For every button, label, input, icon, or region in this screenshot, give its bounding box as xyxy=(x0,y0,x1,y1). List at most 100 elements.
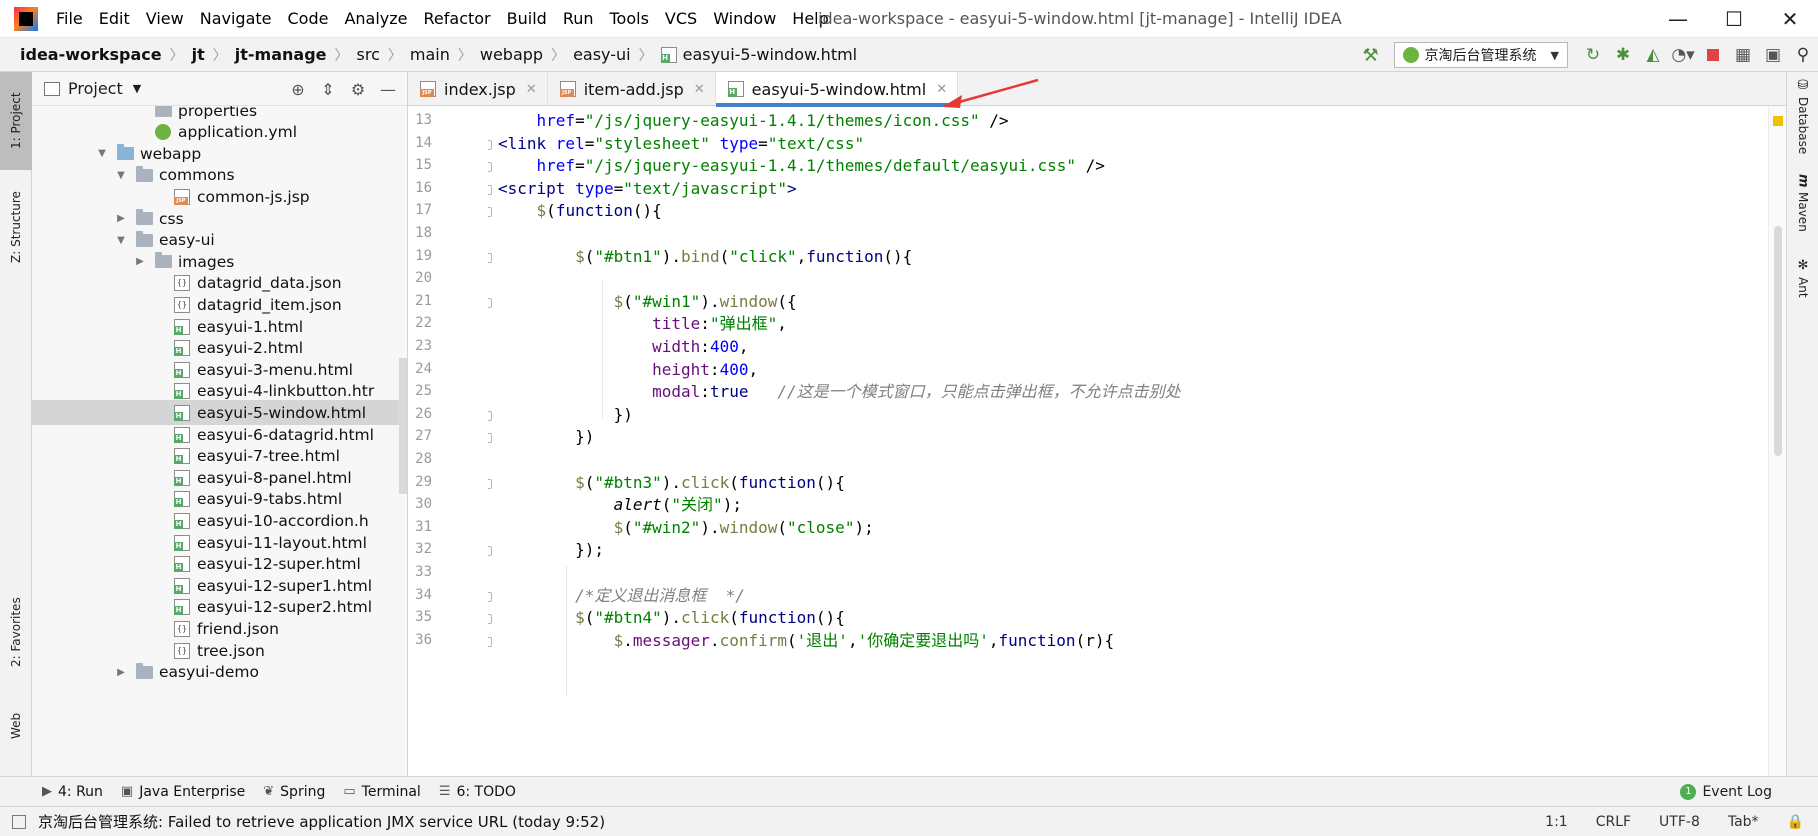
warning-marker-icon[interactable] xyxy=(1773,116,1783,126)
fold-marker-icon[interactable] xyxy=(488,297,492,308)
build-hammer-icon[interactable]: ⚒ xyxy=(1360,44,1382,66)
code-token: }) xyxy=(498,427,595,447)
tree-item-icon-slot: {} xyxy=(174,642,192,659)
run-configuration-select[interactable]: 京淘后台管理系统 ▼ xyxy=(1393,42,1568,68)
indent-setting[interactable]: Tab* xyxy=(1728,814,1759,830)
breadcrumb-item[interactable]: easy-ui xyxy=(567,45,637,64)
collapse-right-icon[interactable]: ▶ xyxy=(114,213,128,224)
search-icon[interactable]: ⚲ xyxy=(1788,40,1818,70)
expand-down-icon[interactable]: ▼ xyxy=(114,235,128,246)
fold-marker-icon[interactable] xyxy=(488,614,492,625)
fold-marker-icon[interactable] xyxy=(488,252,492,263)
editor-scrollbar[interactable] xyxy=(1768,106,1786,776)
debug-bug-icon[interactable]: ✱ xyxy=(1608,40,1638,70)
profile-icon[interactable]: ◔▾ xyxy=(1668,40,1698,70)
gear-icon[interactable]: ⚙ xyxy=(343,80,373,99)
editor-tab[interactable]: index.jsp ✕ xyxy=(408,72,548,106)
fold-marker-icon[interactable] xyxy=(488,433,492,444)
maximize-button[interactable]: ☐ xyxy=(1706,0,1762,38)
lock-icon[interactable]: 🔒 xyxy=(1787,814,1804,830)
breadcrumb-item[interactable]: jt-manage xyxy=(229,45,333,64)
menu-build[interactable]: Build xyxy=(499,0,555,38)
close-tab-icon[interactable]: ✕ xyxy=(526,82,537,97)
minimize-button[interactable]: — xyxy=(1650,0,1706,38)
collapse-right-icon[interactable]: ▶ xyxy=(114,667,128,678)
expand-down-icon[interactable]: ▼ xyxy=(95,148,109,159)
fold-marker-icon[interactable] xyxy=(488,636,492,647)
bottom-tool-java-enterprise[interactable]: ▣ Java Enterprise xyxy=(121,784,245,800)
menu-refactor[interactable]: Refactor xyxy=(416,0,499,38)
event-log-button[interactable]: 1 Event Log xyxy=(1680,777,1772,807)
menu-view[interactable]: View xyxy=(138,0,192,38)
tree-item-icon-slot xyxy=(117,144,135,161)
fold-marker-icon[interactable] xyxy=(488,207,492,218)
menu-tools[interactable]: Tools xyxy=(602,0,657,38)
file-encoding[interactable]: UTF-8 xyxy=(1659,814,1700,830)
terminal-toolbar-icon[interactable]: ▣ xyxy=(1758,40,1788,70)
locate-target-icon[interactable]: ⊕ xyxy=(283,80,313,99)
breadcrumb-item[interactable]: src xyxy=(351,45,386,64)
close-tab-icon[interactable]: ✕ xyxy=(694,82,705,97)
stop-icon[interactable] xyxy=(1698,40,1728,70)
bottom-tool-4-run[interactable]: ▶ 4: Run xyxy=(42,784,103,800)
code-token: $ xyxy=(536,201,547,221)
breadcrumb-item[interactable]: main xyxy=(404,45,456,64)
menu-run[interactable]: Run xyxy=(555,0,602,38)
chevron-down-icon: ▼ xyxy=(1550,48,1559,62)
line-number: 18 xyxy=(415,225,432,241)
collapse-all-icon[interactable]: ⇕ xyxy=(313,80,343,99)
line-separator[interactable]: CRLF xyxy=(1596,814,1631,830)
project-panel-title[interactable]: Project xyxy=(68,79,123,98)
fold-marker-icon[interactable] xyxy=(488,591,492,602)
breadcrumb-item[interactable]: jt xyxy=(186,45,211,64)
bottom-tool-6-todo[interactable]: ☰ 6: TODO xyxy=(439,784,516,800)
code-token: "#btn1" xyxy=(594,246,662,266)
caret-position[interactable]: 1:1 xyxy=(1545,814,1568,830)
fold-marker-icon[interactable] xyxy=(488,546,492,557)
editor-scroll-thumb[interactable] xyxy=(1774,226,1782,456)
fold-marker-icon[interactable] xyxy=(488,139,492,150)
breadcrumb-item[interactable]: webapp xyxy=(474,45,549,64)
menu-navigate[interactable]: Navigate xyxy=(192,0,280,38)
bottom-tool-spring[interactable]: ❦ Spring xyxy=(263,784,325,800)
run-coverage-icon[interactable]: ◭ xyxy=(1638,40,1668,70)
fold-marker-icon[interactable] xyxy=(488,478,492,489)
collapse-right-icon[interactable]: ▶ xyxy=(133,256,147,267)
code-token: ). xyxy=(700,517,720,537)
menu-analyze[interactable]: Analyze xyxy=(336,0,415,38)
bottom-tool-label: 6: TODO xyxy=(456,783,516,800)
ant-tool-tab[interactable]: ✻ Ant xyxy=(1787,258,1818,318)
bottom-tool-terminal[interactable]: ▭ Terminal xyxy=(343,784,420,800)
rerun-icon[interactable]: ↻ xyxy=(1578,40,1608,70)
project-structure-icon[interactable]: ▦ xyxy=(1728,40,1758,70)
expand-down-icon[interactable]: ▼ xyxy=(114,170,128,181)
web-tool-tab[interactable]: Web xyxy=(0,684,32,768)
menu-file[interactable]: File xyxy=(48,0,91,38)
fold-marker-icon[interactable] xyxy=(488,410,492,421)
project-tree-scrollbar[interactable] xyxy=(399,358,407,494)
breadcrumb-item[interactable]: easyui-5-window.html xyxy=(655,45,864,64)
status-message[interactable]: 京淘后台管理系统: Failed to retrieve application… xyxy=(38,811,605,832)
project-tool-tab[interactable]: 1: Project xyxy=(0,72,32,170)
bottom-tool-bar: ▶ 4: Run ▣ Java Enterprise ❦ Spring ▭ Terminal ☰… xyxy=(0,776,1818,806)
toggle-tool-windows-icon[interactable] xyxy=(12,814,26,829)
code-token: ( xyxy=(623,517,633,537)
editor-tab[interactable]: item-add.jsp ✕ xyxy=(548,72,716,106)
chevron-down-icon[interactable]: ▼ xyxy=(133,82,141,95)
structure-tool-tab[interactable]: Z: Structure xyxy=(0,172,32,282)
tree-item[interactable]: ▶ easyui-demo xyxy=(32,660,408,685)
menu-window[interactable]: Window xyxy=(705,0,784,38)
menu-code[interactable]: Code xyxy=(280,0,337,38)
database-tool-tab[interactable]: ⛁ Database xyxy=(1787,78,1818,170)
menu-edit[interactable]: Edit xyxy=(91,0,138,38)
close-window-button[interactable]: ✕ xyxy=(1762,0,1818,38)
code-area[interactable]: href="/js/jquery-easyui-1.4.1/themes/ico… xyxy=(488,106,1738,776)
favorites-tool-tab[interactable]: 2: Favorites xyxy=(0,580,32,684)
hide-panel-icon[interactable]: — xyxy=(373,80,403,99)
maven-tool-tab[interactable]: m Maven xyxy=(1787,174,1818,254)
fold-marker-icon[interactable] xyxy=(488,184,492,195)
editor-tab[interactable]: easyui-5-window.html✕ xyxy=(715,72,959,107)
breadcrumb-item[interactable]: idea-workspace xyxy=(14,45,168,64)
menu-vcs[interactable]: VCS xyxy=(657,0,705,38)
fold-marker-icon[interactable] xyxy=(488,162,492,173)
